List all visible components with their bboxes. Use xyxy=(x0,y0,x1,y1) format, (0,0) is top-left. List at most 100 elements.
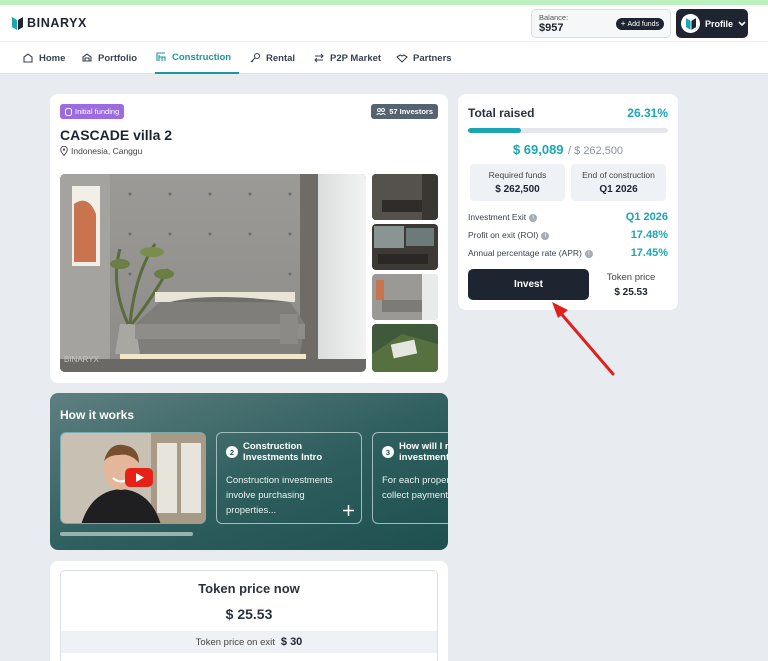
thumbnail-4[interactable] xyxy=(372,324,438,372)
step-number: 2 xyxy=(226,446,238,458)
step-card-2[interactable]: 2 Construction Investments Intro Constru… xyxy=(216,432,362,524)
token-price-panel: Token price now $ 25.53 Token price on e… xyxy=(60,570,438,661)
roi-row: Profit on exit (ROI) i 17.48% xyxy=(468,229,668,241)
add-funds-button[interactable]: + Add funds xyxy=(615,18,664,30)
bedroom-photo: BINARYX xyxy=(60,174,366,372)
intro-video[interactable] xyxy=(60,432,206,524)
thumbnail-bedroom-dark xyxy=(372,174,438,220)
end-of-construction-label: End of construction xyxy=(582,170,655,180)
main-nav: Home Portfolio Construction Rental P2P M… xyxy=(0,41,768,74)
location-pin-icon xyxy=(60,146,68,156)
chevron-down-icon xyxy=(738,20,746,26)
profile-label: Profile xyxy=(705,18,734,29)
total-raised-label: Total raised xyxy=(468,106,535,120)
token-price-label: Token price xyxy=(606,272,656,283)
construction-icon xyxy=(156,52,166,61)
funding-progress-fill xyxy=(468,128,521,133)
coin-icon xyxy=(65,107,72,116)
token-price-now-value: $ 25.53 xyxy=(225,606,273,622)
key-icon xyxy=(250,52,261,63)
portfolio-icon xyxy=(82,53,92,62)
tab-home[interactable]: Home xyxy=(22,42,65,74)
step-text: For each property, investors collect pay… xyxy=(382,475,448,501)
binaryx-logo[interactable]: BINARYX xyxy=(12,16,87,30)
tab-portfolio-label: Portfolio xyxy=(98,52,138,64)
funding-card: Total raised 26.31% $ 69,089 / $ 262,500… xyxy=(458,94,678,310)
step-number: 3 xyxy=(382,446,394,458)
plus-icon[interactable] xyxy=(342,504,355,517)
tab-partners[interactable]: Partners xyxy=(396,42,452,74)
token-exit-value: $ 30 xyxy=(280,636,303,648)
thumbnail-bedroom-light xyxy=(372,274,438,320)
investment-exit-row: Investment Exit i Q1 2026 xyxy=(468,211,668,223)
logo-text: BINARYX xyxy=(27,16,87,30)
raised-amount: $ 69,089 xyxy=(512,142,564,157)
thumbnail-living-room xyxy=(372,224,438,270)
location-text: Indonesia, Canggu xyxy=(71,146,143,156)
apr-label: Annual percentage rate (APR) xyxy=(468,248,582,258)
property-title: CASCADE villa 2 xyxy=(60,127,173,143)
thumbnail-aerial xyxy=(372,324,438,372)
info-icon[interactable]: i xyxy=(529,213,538,222)
tab-portfolio[interactable]: Portfolio xyxy=(81,42,137,74)
apr-row: Annual percentage rate (APR) i 17.45% xyxy=(468,247,668,259)
step-card-3[interactable]: 3 How will I receive my investment For e… xyxy=(372,432,448,524)
photo-watermark: BINARYX xyxy=(64,355,100,364)
tab-p2p-market-label: P2P Market xyxy=(330,52,382,64)
info-icon[interactable]: i xyxy=(584,249,593,258)
tab-rental[interactable]: Rental xyxy=(249,42,295,74)
tab-p2p-market[interactable]: P2P Market xyxy=(313,42,381,74)
apr-value: 17.45% xyxy=(630,247,668,259)
app-header: BINARYX Balance: $957 + Add funds Profil… xyxy=(0,5,768,41)
end-of-construction-box: End of construction Q1 2026 xyxy=(571,164,666,201)
end-of-construction-value: Q1 2026 xyxy=(599,184,638,195)
add-funds-label: Add funds xyxy=(627,20,659,28)
youtube-play-icon[interactable] xyxy=(125,468,153,487)
property-card: Initial funding 57 Investors CASCADE vil… xyxy=(50,94,448,383)
required-funds-label: Required funds xyxy=(488,170,547,180)
tab-construction[interactable]: Construction xyxy=(155,42,239,74)
thumbnail-2[interactable] xyxy=(372,224,438,270)
tab-partners-label: Partners xyxy=(413,52,452,64)
status-badge-label: Initial funding xyxy=(75,107,120,116)
step-title: Construction Investments Intro xyxy=(243,441,323,463)
handshake-icon xyxy=(396,54,408,63)
token-price-card: Token price now $ 25.53 Token price on e… xyxy=(50,561,448,661)
play-icon xyxy=(136,473,144,482)
balance-label: Balance: xyxy=(539,13,569,22)
people-icon xyxy=(376,108,387,115)
roi-label: Profit on exit (ROI) xyxy=(468,230,539,240)
plus-icon: + xyxy=(620,19,626,28)
roi-value: 17.48% xyxy=(630,229,668,241)
balance-value: $957 xyxy=(539,22,564,34)
step-title: How will I receive my investment xyxy=(399,441,448,463)
avatar xyxy=(681,14,700,33)
annotation-arrow-icon xyxy=(552,302,615,376)
required-funds-box: Required funds $ 262,500 xyxy=(470,164,565,201)
investors-badge: 57 Investors xyxy=(371,104,438,119)
required-funds-value: $ 262,500 xyxy=(495,184,540,195)
info-icon[interactable]: i xyxy=(541,231,550,240)
carousel-scrollbar[interactable] xyxy=(60,532,193,536)
status-badge: Initial funding xyxy=(60,104,125,119)
binaryx-avatar-icon xyxy=(685,17,696,30)
tab-home-label: Home xyxy=(39,52,66,64)
token-exit-label: Token price on exit xyxy=(195,636,275,648)
tab-rental-label: Rental xyxy=(266,52,296,64)
investors-count: 57 Investors xyxy=(389,107,433,116)
target-amount: / $ 262,500 xyxy=(568,145,624,157)
thumbnail-1[interactable] xyxy=(372,174,438,220)
thumbnail-3[interactable] xyxy=(372,274,438,320)
token-exit-row: Token price on exit $ 30 xyxy=(61,631,437,653)
property-main-photo[interactable]: BINARYX xyxy=(60,174,366,372)
raised-amounts: $ 69,089 / $ 262,500 xyxy=(458,141,678,159)
step-text: Construction investments involve purchas… xyxy=(226,475,333,516)
balance-widget[interactable]: Balance: $957 + Add funds xyxy=(531,9,671,38)
binaryx-logo-icon xyxy=(12,16,23,30)
token-price-now-label: Token price now xyxy=(198,581,300,596)
swap-icon xyxy=(314,53,324,63)
how-it-works-title: How it works xyxy=(60,408,135,422)
property-location: Indonesia, Canggu xyxy=(60,146,142,156)
investment-exit-value: Q1 2026 xyxy=(625,211,668,223)
profile-button[interactable]: Profile xyxy=(676,9,748,38)
